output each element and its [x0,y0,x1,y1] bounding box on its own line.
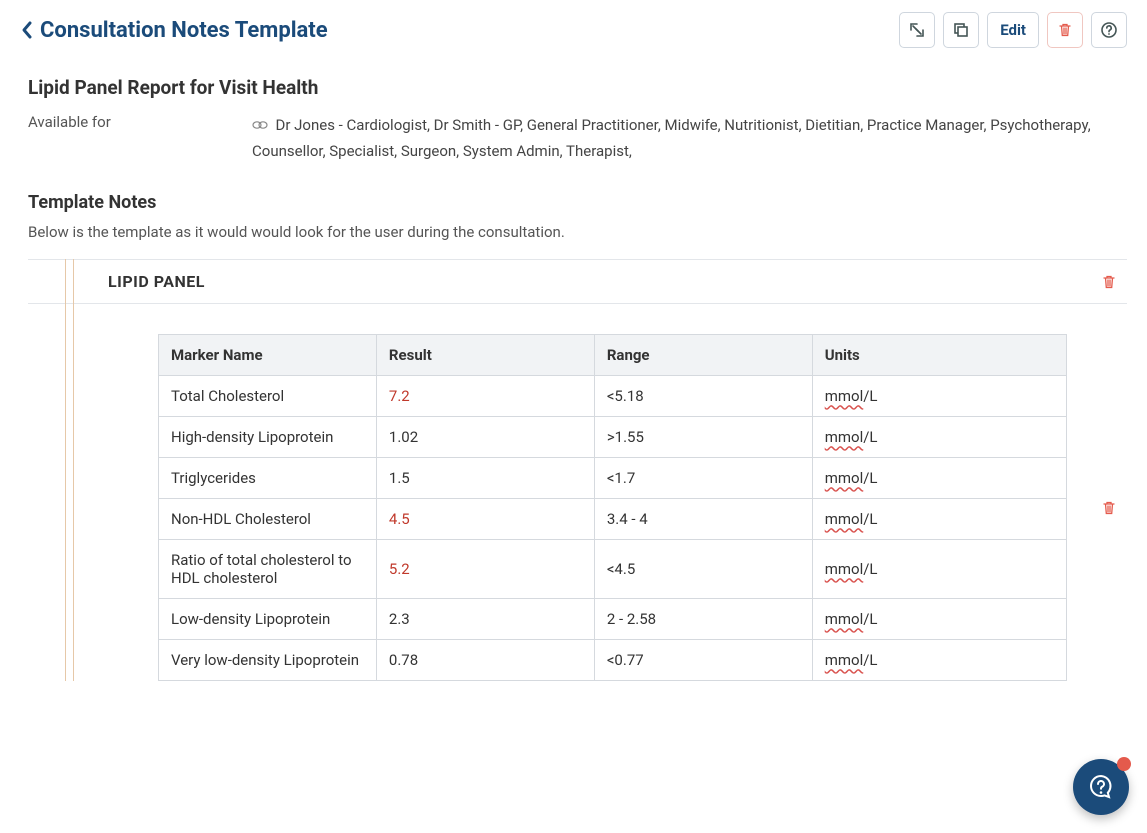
table-row: Very low-density Lipoprotein0.78<0.77mmo… [159,640,1067,681]
cell-range: <4.5 [594,540,812,599]
trash-icon [1057,22,1073,38]
vertical-rule [73,259,74,681]
cell-marker: Non-HDL Cholesterol [159,499,377,540]
table-row: Non-HDL Cholesterol4.53.4 - 4mmol/L [159,499,1067,540]
col-units: Units [812,335,1066,376]
cell-marker: Ratio of total cholesterol to HDL choles… [159,540,377,599]
help-button[interactable] [1091,12,1127,48]
table-row: Low-density Lipoprotein2.32 - 2.58mmol/L [159,599,1067,640]
cell-marker: Triglycerides [159,458,377,499]
cell-units: mmol/L [812,540,1066,599]
cell-range: 2 - 2.58 [594,599,812,640]
table-row: Triglycerides1.5<1.7mmol/L [159,458,1067,499]
link-icon [252,118,271,134]
chat-help-fab[interactable] [1073,759,1129,815]
expand-icon [908,21,926,39]
cell-result: 1.5 [376,458,594,499]
delete-panel-button[interactable] [1101,274,1117,290]
cell-marker: Low-density Lipoprotein [159,599,377,640]
cell-result: 2.3 [376,599,594,640]
table-header-row: Marker Name Result Range Units [159,335,1067,376]
cell-units: mmol/L [812,376,1066,417]
cell-units: mmol/L [812,499,1066,540]
available-for-row: Available for Dr Jones - Cardiologist, D… [28,113,1127,164]
cell-range: >1.55 [594,417,812,458]
cell-range: <5.18 [594,376,812,417]
help-icon [1100,21,1118,39]
cell-result: 1.02 [376,417,594,458]
cell-marker: Total Cholesterol [159,376,377,417]
cell-range: <1.7 [594,458,812,499]
cell-result: 0.78 [376,640,594,681]
trash-icon [1101,274,1117,290]
available-for-value: Dr Jones - Cardiologist, Dr Smith - GP, … [252,116,1091,160]
edit-button[interactable]: Edit [987,12,1039,48]
cell-range: <0.77 [594,640,812,681]
page-title[interactable]: Consultation Notes Template [40,18,328,43]
header-bar: Consultation Notes Template Edit [20,12,1127,48]
cell-units: mmol/L [812,417,1066,458]
results-table-wrap: Marker Name Result Range Units Total Cho… [158,334,1067,681]
notification-dot-icon [1117,757,1131,771]
table-row: Total Cholesterol7.2<5.18mmol/L [159,376,1067,417]
expand-button[interactable] [899,12,935,48]
vertical-rule [65,259,66,681]
trash-icon [1101,500,1117,516]
delete-template-button[interactable] [1047,12,1083,48]
copy-icon [952,21,970,39]
col-marker: Marker Name [159,335,377,376]
col-range: Range [594,335,812,376]
panel-header: LIPID PANEL [28,259,1127,304]
available-for-label: Available for [28,113,252,164]
results-table: Marker Name Result Range Units Total Cho… [158,334,1067,681]
cell-units: mmol/L [812,599,1066,640]
delete-table-button[interactable] [1101,500,1117,516]
template-notes-desc: Below is the template as it would would … [28,223,1127,241]
cell-marker: Very low-density Lipoprotein [159,640,377,681]
back-chevron-icon[interactable] [20,20,34,40]
col-result: Result [376,335,594,376]
cell-units: mmol/L [812,458,1066,499]
cell-marker: High-density Lipoprotein [159,417,377,458]
template-notes-heading: Template Notes [28,192,1127,213]
template-canvas: LIPID PANEL Marker Name Result Range Uni… [28,259,1127,681]
duplicate-button[interactable] [943,12,979,48]
table-row: High-density Lipoprotein1.02>1.55mmol/L [159,417,1067,458]
cell-result: 7.2 [376,376,594,417]
table-row: Ratio of total cholesterol to HDL choles… [159,540,1067,599]
cell-result: 4.5 [376,499,594,540]
report-title: Lipid Panel Report for Visit Health [28,76,1127,99]
chat-help-icon [1087,773,1115,801]
cell-result: 5.2 [376,540,594,599]
cell-units: mmol/L [812,640,1066,681]
cell-range: 3.4 - 4 [594,499,812,540]
panel-label: LIPID PANEL [108,272,205,291]
